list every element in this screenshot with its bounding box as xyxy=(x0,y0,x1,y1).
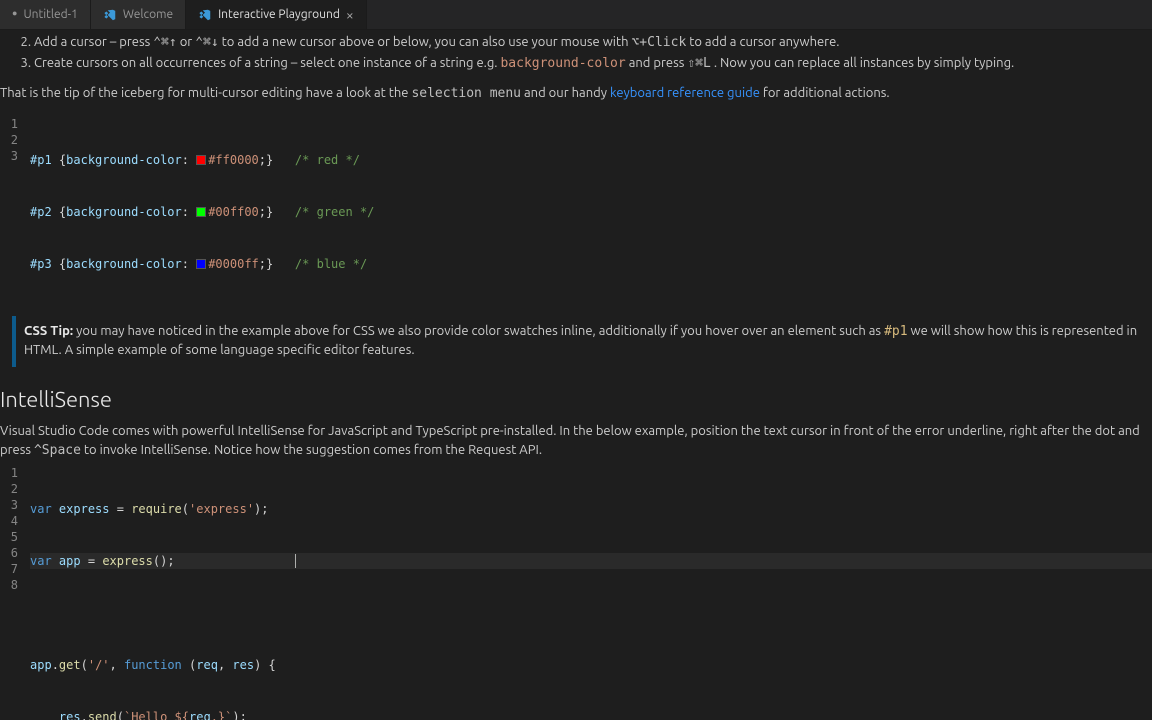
kbd: ⌃⌘↓ xyxy=(195,35,218,50)
tab-label: Interactive Playground xyxy=(218,6,340,24)
css-code-block[interactable]: 1 2 3 #p1 {background-color: #ff0000;} /… xyxy=(0,114,1152,310)
color-swatch-icon xyxy=(196,259,206,269)
line-gutter: 1 2 3 xyxy=(0,116,30,308)
tab-bar: ● Untitled-1 Welcome Interactive Playgro… xyxy=(0,0,1152,30)
line-gutter: 1 2 3 4 5 6 7 8 xyxy=(0,465,30,720)
tab-untitled[interactable]: ● Untitled-1 xyxy=(0,0,91,29)
list-item: Create cursors on all occurrences of a s… xyxy=(34,54,1152,74)
tip-label: CSS Tip: xyxy=(24,324,73,338)
css-tip-callout: CSS Tip: you may have noticed in the exa… xyxy=(12,316,1152,367)
keyboard-reference-link[interactable]: keyboard reference guide xyxy=(610,86,760,100)
text-cursor-icon xyxy=(295,554,296,568)
kbd: ⇧⌘L xyxy=(687,56,710,71)
error-underline: .}` xyxy=(211,710,233,720)
list-item: Add a cursor – press ⌃⌘↑ or ⌃⌘↓ to add a… xyxy=(34,33,1152,53)
multi-cursor-list: Add a cursor – press ⌃⌘↑ or ⌃⌘↓ to add a… xyxy=(0,33,1152,73)
tab-label: Welcome xyxy=(123,6,173,24)
intellisense-heading: IntelliSense xyxy=(0,373,1152,420)
editor-content[interactable]: Add a cursor – press ⌃⌘↑ or ⌃⌘↓ to add a… xyxy=(0,30,1152,720)
intellisense-paragraph: Visual Studio Code comes with powerful I… xyxy=(0,420,1152,463)
color-swatch-icon xyxy=(196,207,206,217)
tab-label: Untitled-1 xyxy=(23,6,77,24)
kbd: ⌥+Click xyxy=(631,35,686,50)
dirty-dot-icon: ● xyxy=(12,7,17,21)
code-inline: background-color xyxy=(500,56,625,71)
multi-cursor-footer: That is the tip of the iceberg for multi… xyxy=(0,74,1152,112)
kbd: ^Space xyxy=(34,443,81,458)
close-icon[interactable]: × xyxy=(346,8,354,22)
kbd: ⌃⌘↑ xyxy=(153,35,176,50)
vscode-icon xyxy=(103,8,117,22)
code-lines[interactable]: var express = require('express'); var ap… xyxy=(30,465,1152,720)
color-swatch-icon xyxy=(196,155,206,165)
code-lines[interactable]: #p1 {background-color: #ff0000;} /* red … xyxy=(30,116,1152,308)
js-code-block[interactable]: 1 2 3 4 5 6 7 8 var express = require('e… xyxy=(0,463,1152,720)
vscode-icon xyxy=(198,8,212,22)
tab-welcome[interactable]: Welcome xyxy=(91,0,186,29)
tab-playground[interactable]: Interactive Playground × xyxy=(186,0,367,29)
code-inline: #p1 xyxy=(884,324,907,339)
